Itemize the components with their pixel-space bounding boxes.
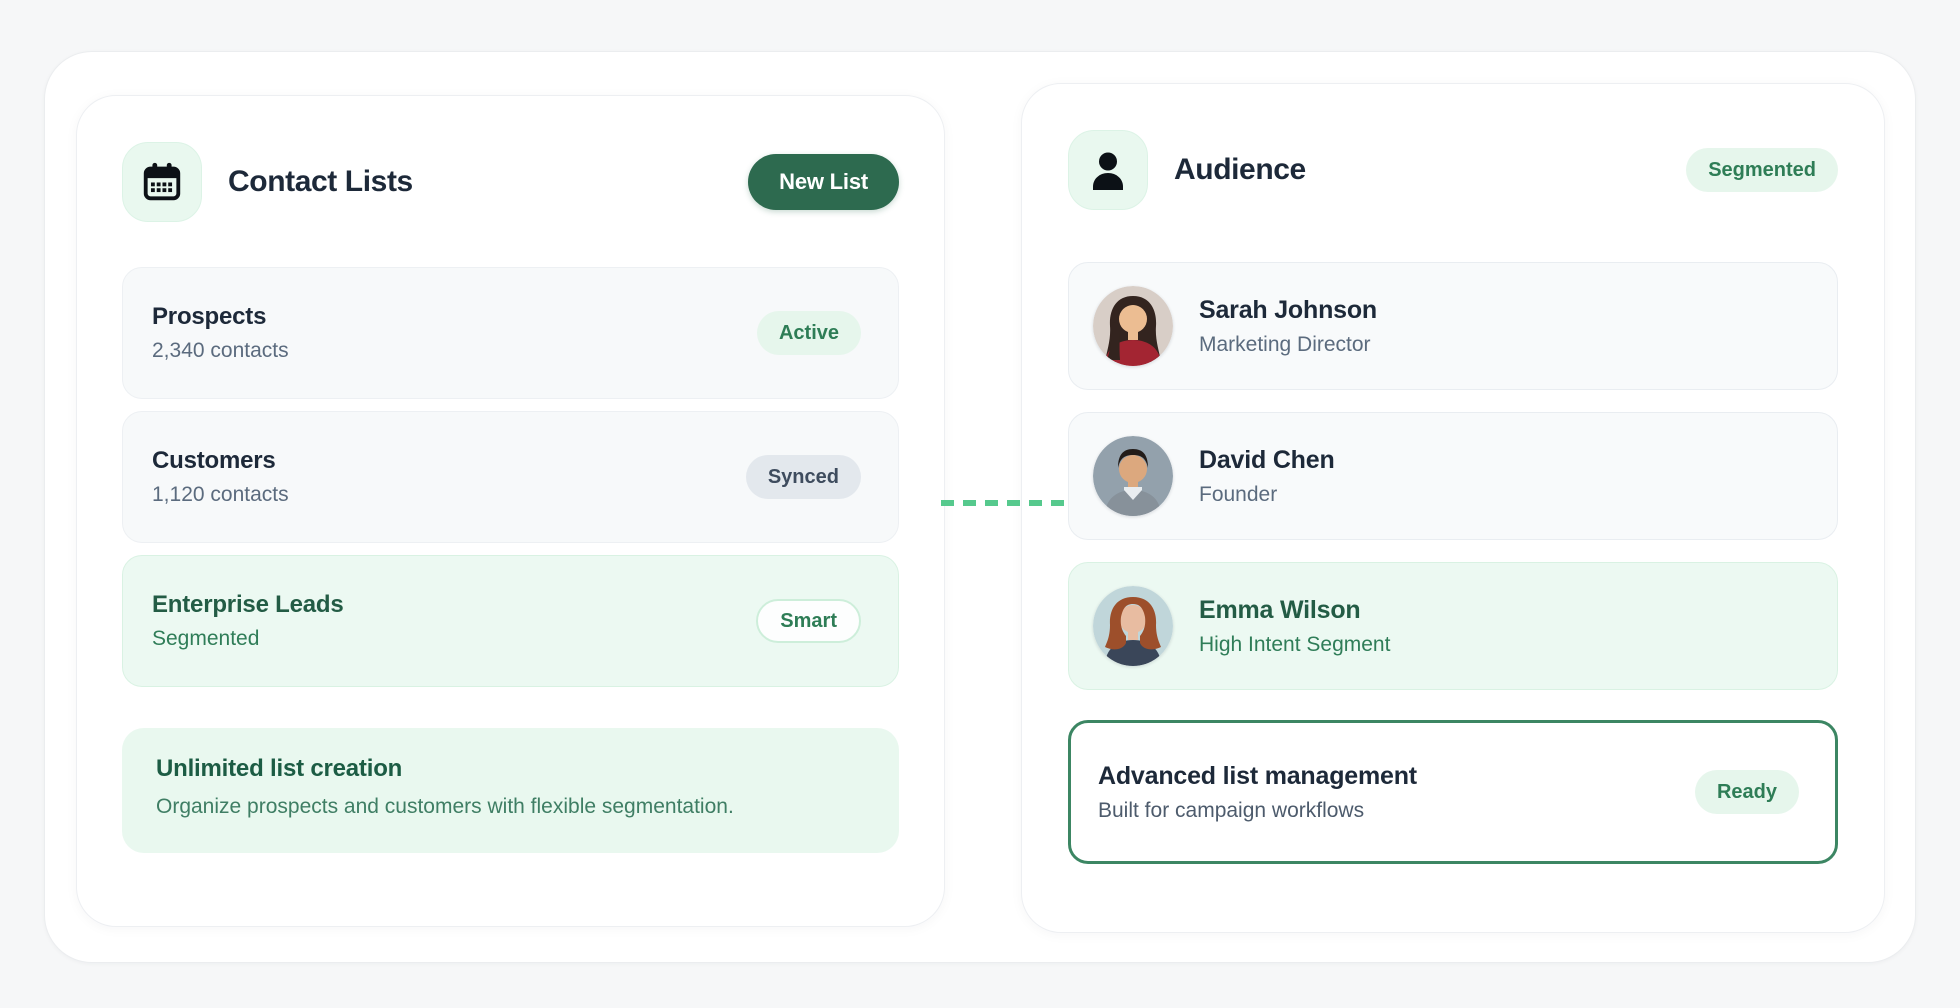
avatar-emma-wilson <box>1093 586 1173 666</box>
person-icon <box>1068 130 1148 210</box>
avatar-sarah-johnson <box>1093 286 1173 366</box>
person-row-emma-wilson[interactable]: Emma Wilson High Intent Segment <box>1068 562 1838 690</box>
list-item-enterprise-leads[interactable]: Enterprise Leads Segmented Smart <box>122 555 899 687</box>
list-item-text: Customers 1,120 contacts <box>152 447 289 507</box>
audience-title: Audience <box>1174 153 1306 187</box>
main-panel: Contact Lists New List Prospects 2,340 c… <box>44 51 1916 963</box>
person-name: David Chen <box>1199 446 1335 475</box>
avatar-david-chen <box>1093 436 1173 516</box>
list-item-text: Enterprise Leads Segmented <box>152 591 344 651</box>
list-item-title: Prospects <box>152 303 289 331</box>
list-item-text: Prospects 2,340 contacts <box>152 303 289 363</box>
person-role: Marketing Director <box>1199 333 1377 357</box>
person-row-david-chen[interactable]: David Chen Founder <box>1068 412 1838 540</box>
person-role: Founder <box>1199 483 1335 507</box>
list-item-customers[interactable]: Customers 1,120 contacts Synced <box>122 411 899 543</box>
feature-text: Advanced list management Built for campa… <box>1098 762 1417 823</box>
connector-dashed-line <box>941 500 1068 506</box>
list-item-prospects[interactable]: Prospects 2,340 contacts Active <box>122 267 899 399</box>
calendar-icon <box>122 142 202 222</box>
status-badge-smart: Smart <box>756 599 861 643</box>
feature-title: Unlimited list creation <box>156 755 865 783</box>
person-text: David Chen Founder <box>1199 446 1335 507</box>
feature-body: Organize prospects and customers with fl… <box>156 795 865 819</box>
list-item-title: Enterprise Leads <box>152 591 344 619</box>
audience-header: Audience Segmented <box>1068 130 1838 210</box>
list-item-subtitle: 2,340 contacts <box>152 339 289 363</box>
new-list-button[interactable]: New List <box>748 154 899 210</box>
segmented-badge: Segmented <box>1686 148 1838 192</box>
person-text: Sarah Johnson Marketing Director <box>1199 296 1377 357</box>
advanced-list-management-box: Advanced list management Built for campa… <box>1068 720 1838 864</box>
contact-lists-title: Contact Lists <box>228 165 413 199</box>
contact-lists-list: Prospects 2,340 contacts Active Customer… <box>122 267 899 687</box>
feature-title: Advanced list management <box>1098 762 1417 791</box>
feature-subtitle: Built for campaign workflows <box>1098 799 1417 823</box>
unlimited-list-feature-box: Unlimited list creation Organize prospec… <box>122 728 899 853</box>
list-item-subtitle: Segmented <box>152 627 344 651</box>
person-name: Sarah Johnson <box>1199 296 1377 325</box>
list-item-title: Customers <box>152 447 289 475</box>
contact-lists-card: Contact Lists New List Prospects 2,340 c… <box>76 95 945 927</box>
person-text: Emma Wilson High Intent Segment <box>1199 596 1390 657</box>
contact-lists-header: Contact Lists New List <box>122 142 899 222</box>
person-role: High Intent Segment <box>1199 633 1390 657</box>
status-badge-active: Active <box>757 311 861 355</box>
audience-card: Audience Segmented <box>1021 83 1885 933</box>
list-item-subtitle: 1,120 contacts <box>152 483 289 507</box>
audience-list: Sarah Johnson Marketing Director <box>1068 262 1838 690</box>
person-name: Emma Wilson <box>1199 596 1390 625</box>
person-row-sarah-johnson[interactable]: Sarah Johnson Marketing Director <box>1068 262 1838 390</box>
ready-badge: Ready <box>1695 770 1799 814</box>
status-badge-synced: Synced <box>746 455 861 499</box>
